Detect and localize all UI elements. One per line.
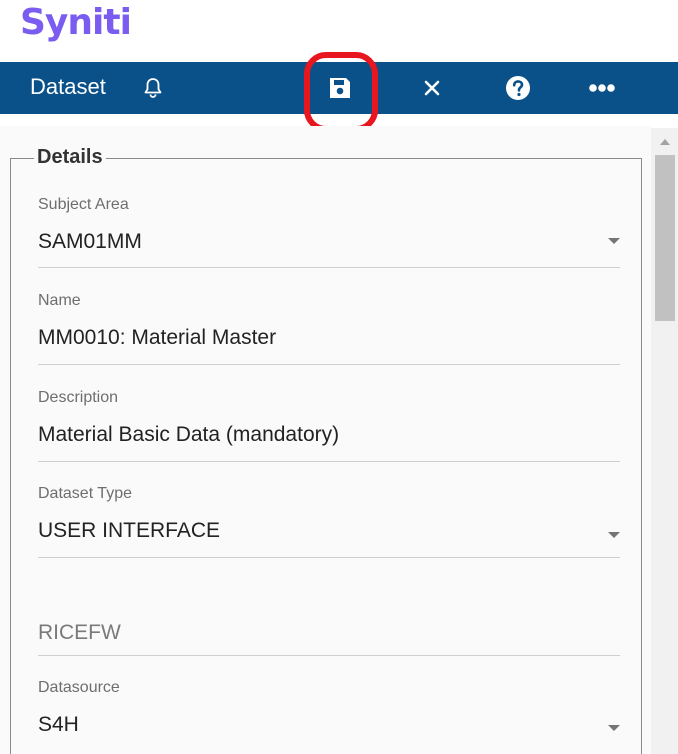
datasource-value: S4H: [38, 713, 79, 736]
chevron-down-icon[interactable]: [608, 238, 620, 244]
help-button[interactable]: [500, 70, 536, 106]
close-icon: [424, 80, 440, 96]
subject-area-label: Subject Area: [38, 196, 129, 213]
syniti-logo: Syniti: [20, 2, 132, 43]
scrollbar-thumb[interactable]: [655, 155, 675, 321]
dataset-type-value: USER INTERFACE: [38, 519, 221, 542]
bell-icon[interactable]: [141, 76, 165, 100]
help-icon: [506, 76, 530, 100]
chevron-down-icon[interactable]: [608, 725, 620, 731]
save-highlight-annotation: [304, 52, 378, 132]
close-button[interactable]: [414, 70, 450, 106]
name-label: Name: [38, 292, 81, 309]
dataset-type-label: Dataset Type: [38, 485, 132, 502]
subject-area-value: SAM01MM: [38, 230, 142, 253]
page-title: Dataset: [30, 74, 106, 99]
name-field[interactable]: Name MM0010: Material Master: [38, 292, 620, 365]
name-value: MM0010: Material Master: [38, 326, 277, 349]
ricefw-placeholder: RICEFW: [38, 621, 121, 644]
subject-area-field[interactable]: Subject Area SAM01MM: [38, 196, 620, 268]
scroll-up-icon[interactable]: [660, 139, 670, 145]
dataset-type-field[interactable]: Dataset Type USER INTERFACE: [38, 485, 620, 558]
description-label: Description: [38, 389, 119, 406]
details-legend: Details: [34, 146, 106, 169]
description-value: Material Basic Data (mandatory): [38, 423, 340, 446]
description-field[interactable]: Description Material Basic Data (mandato…: [38, 389, 620, 462]
datasource-label: Datasource: [38, 679, 120, 696]
more-icon: [589, 84, 615, 92]
more-options-button[interactable]: [584, 70, 620, 106]
datasource-field[interactable]: Datasource S4H: [38, 679, 620, 739]
ricefw-field[interactable]: RICEFW: [38, 586, 620, 656]
chevron-down-icon[interactable]: [608, 532, 620, 538]
